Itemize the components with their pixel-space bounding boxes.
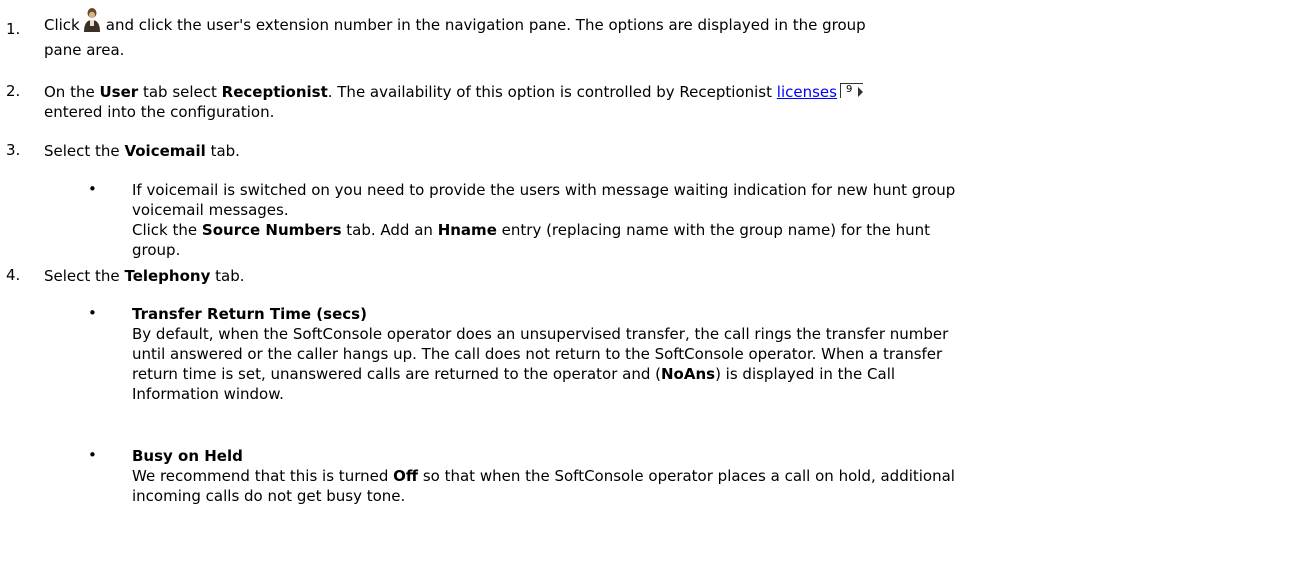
step-text: Click and click the user's extension numb…	[44, 8, 1262, 60]
step-text: Select the Voicemail tab.	[44, 142, 240, 160]
busy-on-held-title: Busy on Held	[132, 447, 243, 465]
step-text: On the User tab select Receptionist. The…	[44, 82, 1262, 122]
step-number: 4.	[6, 266, 21, 284]
telephony-tab-label: Telephony	[124, 267, 211, 285]
noans-label: NoAns	[660, 365, 716, 383]
bullet-text: Transfer Return Time (secs) By default, …	[132, 305, 949, 403]
step-number: 1.	[6, 20, 21, 38]
step-number: 3.	[6, 141, 21, 159]
licenses-link[interactable]: licenses	[777, 83, 837, 101]
bullet-marker: •	[88, 304, 97, 322]
receptionist-option-label: Receptionist	[221, 83, 328, 101]
hname-label: Hname	[437, 221, 497, 239]
user-tab-label: User	[99, 83, 139, 101]
bullet-marker: •	[88, 446, 97, 464]
bullet-marker: •	[88, 180, 97, 198]
user-icon[interactable]	[82, 8, 102, 43]
source-numbers-tab-label: Source Numbers	[201, 221, 342, 239]
step-number: 2.	[6, 82, 21, 100]
transfer-return-time-title: Transfer Return Time (secs)	[132, 305, 367, 323]
bullet-text: Busy on Held We recommend that this is t…	[132, 447, 955, 505]
off-label: Off	[393, 467, 419, 485]
voicemail-tab-label: Voicemail	[124, 142, 206, 160]
page-reference[interactable]: 9	[839, 83, 866, 99]
step-text: Select the Telephony tab.	[44, 267, 245, 285]
bullet-text: If voicemail is switched on you need to …	[132, 181, 956, 259]
